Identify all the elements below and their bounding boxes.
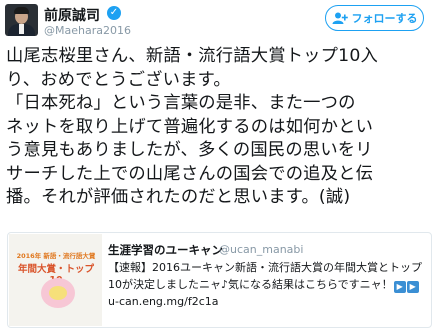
display-name[interactable]: 前原誠司 — [44, 5, 100, 25]
play-icon: ▶ — [393, 281, 406, 293]
card-thumbnail[interactable]: 2016年 新語・流行語大賞 年間大賞・トップ10 — [9, 234, 102, 326]
card-link[interactable]: u-can.eng.mg/f2c1a — [108, 295, 218, 308]
user-handle[interactable]: @Maehara2016 — [44, 24, 131, 37]
avatar-shirt — [19, 24, 24, 34]
avatar-hair — [14, 7, 29, 14]
follow-label: フォローする — [351, 12, 418, 25]
avatar[interactable] — [5, 4, 38, 36]
card-handle[interactable]: @ucan_manabi — [219, 243, 303, 256]
link-card[interactable]: 2016年 新語・流行語大賞 年間大賞・トップ10 生涯学習のユーキャン @uc… — [7, 232, 432, 328]
thumbnail-blob-inner — [49, 286, 67, 300]
tweet-text: 山尾志桜里さん、新語・流行語大賞トップ10入 り、おめでとうございます。 「日本… — [6, 46, 379, 207]
card-description: 【速報】2016ユーキャン新語・流行語大賞の年間大賞とトップ10が決定しましたニ… — [108, 259, 424, 310]
add-user-icon — [332, 12, 348, 24]
play-icon: ▶ — [406, 281, 419, 293]
card-title[interactable]: 生涯学習のユーキャン — [108, 242, 223, 258]
verified-badge-icon: ✓ — [107, 6, 121, 20]
follow-button[interactable]: フォローする — [325, 5, 424, 31]
card-description-text: 【速報】2016ユーキャン新語・流行語大賞の年間大賞とトップ10が決定しましたニ… — [108, 261, 422, 291]
thumbnail-line-1: 2016年 新語・流行語大賞 — [16, 252, 96, 260]
